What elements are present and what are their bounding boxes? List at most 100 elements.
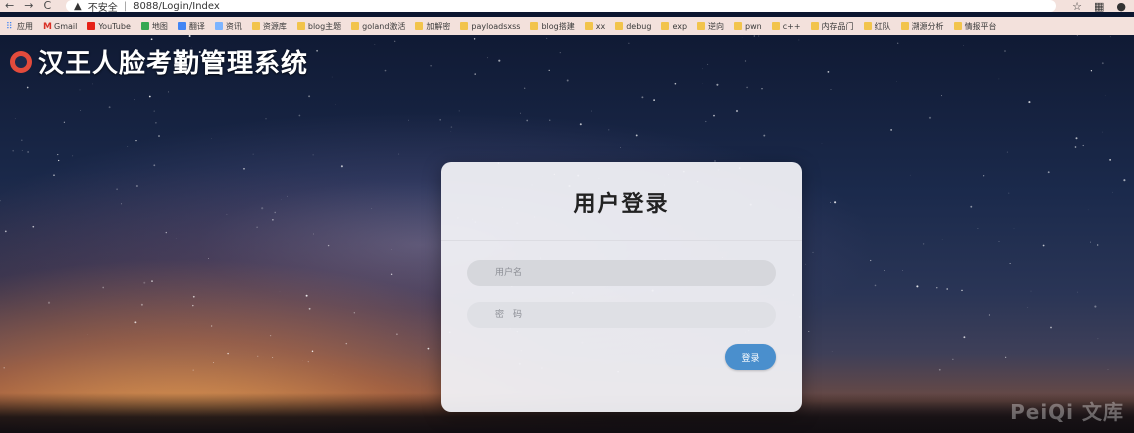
bookmark-item[interactable]: YouTube [87,22,131,31]
reload-icon[interactable]: C [43,0,51,12]
bookmark-item[interactable]: payloadsxss [460,22,520,31]
address-bar[interactable]: ▲ 不安全 | 8088/Login/Index [66,0,1056,14]
bookmark-item[interactable]: 红队 [863,21,891,32]
star-dot [674,82,677,85]
bookmark-item[interactable]: 逆向 [697,21,724,32]
star-dot [394,40,396,42]
star-dot [102,286,105,289]
star-dot [32,225,35,228]
bookmark-item[interactable]: blog主题 [296,21,342,32]
bookmark-label: pwn [745,21,762,31]
bookmark-item[interactable]: 加解密 [415,21,450,32]
star-dot [653,99,655,101]
password-input[interactable] [467,302,776,328]
star-dot [916,285,919,288]
url-text: 8088/Login/Index [133,0,220,12]
folder-icon [661,22,670,30]
star-dot [158,135,160,137]
star-dot [192,295,195,298]
bookmark-item[interactable]: goland激活 [351,21,405,32]
app-brand: 汉王人脸考勤管理系统 [10,43,308,80]
star-dot [761,88,763,90]
star-dot [305,294,308,297]
bookmark-item[interactable]: M Gmail [43,22,77,33]
star-dot [298,114,301,117]
star-dot [902,270,903,271]
star-dot [940,95,943,97]
username-input[interactable] [467,260,776,286]
star-dot [57,154,59,156]
star-dot [963,336,966,339]
star-dot [384,69,387,72]
star-dot [165,231,167,234]
star-dot [1047,171,1050,174]
bookmark-item[interactable]: 地图 [140,21,168,32]
star-dot [1097,244,1099,246]
bookmarks-bar: ⠿ 应用 M Gmail YouTube 地图 翻译 资讯 资源库 blog主题 goland激活 加… [0,17,1134,35]
star-dot [870,259,872,262]
folder-icon [584,22,593,30]
profile-icon[interactable]: ● [1116,0,1126,13]
star-dot [1107,368,1109,370]
app-title: 汉王人脸考勤管理系统 [38,49,309,79]
star-dot [210,325,213,327]
folder-icon [810,22,819,30]
login-card: 用户登录 登录 [441,162,802,412]
bookmark-item[interactable]: ⠿ 应用 [6,21,33,33]
star-icon[interactable]: ☆ [1072,0,1082,13]
bookmark-label: 逆向 [708,21,725,31]
star-dot [1004,50,1006,52]
bookmark-item[interactable]: pwn [734,22,762,31]
bookmark-item[interactable]: c++ [771,22,801,31]
star-dot [1101,62,1104,65]
star-dot [192,304,194,307]
star-dot [427,347,430,350]
bookmark-label: xx [595,21,606,31]
star-dot [316,49,318,52]
qr-code-icon[interactable]: ▦ [1094,0,1104,13]
bookmark-item[interactable]: 资讯 [214,21,242,32]
star-dot [307,361,309,363]
bookmark-item[interactable]: 溯源分析 [900,21,944,32]
star-dot [430,65,432,67]
star-dot [961,289,963,292]
bookmark-item[interactable]: 翻译 [177,21,205,32]
star-dot [261,207,264,210]
folder-icon [697,22,706,30]
bookmark-label: 资讯 [225,21,242,31]
star-dot [327,244,330,247]
star-dot [705,120,707,123]
star-dot [1027,307,1029,308]
bookmark-item[interactable]: debug [615,22,651,31]
bookmark-item[interactable]: xx [584,21,606,31]
star-dot [308,95,311,98]
star-dot [272,357,274,359]
bookmark-label: 红队 [874,21,891,31]
star-dot [312,154,314,156]
star-dot [1076,35,1078,37]
star-dot [546,37,548,39]
login-button[interactable]: 登录 [725,344,776,370]
bookmark-item[interactable]: exp [661,22,687,31]
browser-nav: ← → C [5,0,51,12]
star-dot [1104,95,1106,96]
star-dot [353,312,355,314]
bookmark-item[interactable]: blog搭建 [530,21,575,32]
bookmark-label: blog主题 [307,21,342,31]
star-dot [265,118,267,120]
bookmark-item[interactable]: 资源库 [251,21,287,32]
star-dot [548,69,550,72]
bookmark-item[interactable]: 内存品门 [810,21,854,32]
star-dot [798,39,800,41]
star-dot [313,233,314,235]
star-dot [909,174,911,176]
back-icon[interactable]: ← [5,0,14,12]
star-dot [713,114,715,117]
star-dot [140,303,143,306]
star-dot [922,243,925,245]
forward-icon[interactable]: → [24,0,33,12]
bookmark-item[interactable]: 情报平台 [953,21,997,32]
star-dot [983,175,985,177]
star-dot [758,35,760,37]
star-dot [1097,338,1099,340]
